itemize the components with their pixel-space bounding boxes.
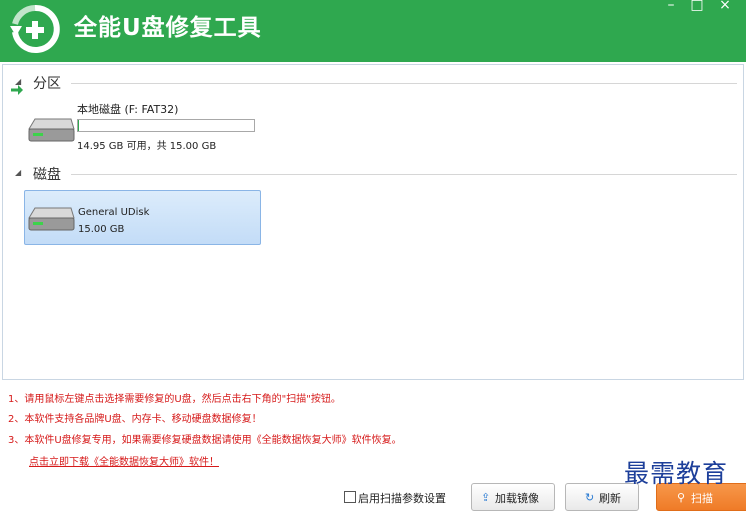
disk-name: General UDisk (78, 207, 150, 218)
instruction-note: 3、本软件U盘修复专用，如果需要修复硬盘数据请使用《全能数据恢复大师》软件恢复。 (8, 435, 402, 446)
refresh-icon: ↻ (585, 491, 595, 504)
partition-usage-bar (77, 119, 255, 132)
disk-group-label: 磁盘 (33, 167, 61, 183)
partition-group-label: 分区 (33, 76, 61, 92)
scan-params-checkbox[interactable] (344, 491, 356, 503)
disk-group-header[interactable]: ◢ 磁盘 (3, 164, 743, 184)
disk-size: 15.00 GB (78, 224, 125, 235)
partition-capacity: 14.95 GB 可用，共 15.00 GB (77, 141, 217, 152)
hard-drive-icon (28, 207, 75, 231)
device-panel: ◢ 分区 本地磁盘 (F: FAT32) 14.95 GB 可用，共 15.00… (2, 64, 744, 380)
search-icon: ⚲ (677, 491, 686, 504)
watermark: 最需教育 (624, 459, 729, 488)
maximize-button[interactable]: □ (686, 0, 708, 14)
minimize-button[interactable]: – (660, 0, 682, 14)
upload-icon: ⇪ (481, 491, 491, 504)
close-button[interactable]: × (714, 0, 736, 14)
title-bar: 全能U盘修复工具 – □ × (0, 0, 746, 62)
partition-group-header[interactable]: ◢ 分区 (3, 73, 743, 93)
partition-item[interactable]: 本地磁盘 (F: FAT32) 14.95 GB 可用，共 15.00 GB (25, 97, 285, 153)
partition-name: 本地磁盘 (F: FAT32) (77, 103, 179, 116)
partition-usage-fill (78, 120, 79, 131)
divider (71, 174, 737, 175)
instruction-note: 1、请用鼠标左键点击选择需要修复的U盘，然后点击右下角的"扫描"按钮。 (8, 394, 341, 405)
divider (71, 83, 737, 84)
hard-drive-icon (28, 118, 75, 142)
app-title: 全能U盘修复工具 (74, 15, 262, 41)
instruction-note: 2、本软件支持各品牌U盘、内存卡、移动硬盘数据修复！ (8, 414, 262, 425)
app-logo-icon (10, 4, 60, 53)
disk-item-general-udisk[interactable]: General UDisk 15.00 GB (24, 190, 261, 245)
green-arrow-icon (11, 85, 23, 95)
collapse-arrow-icon[interactable]: ◢ (15, 168, 21, 177)
download-link[interactable]: 点击立即下载《全能数据恢复大师》软件！ (29, 453, 219, 468)
load-image-button[interactable]: ⇪ 加载镜像 (471, 483, 555, 511)
